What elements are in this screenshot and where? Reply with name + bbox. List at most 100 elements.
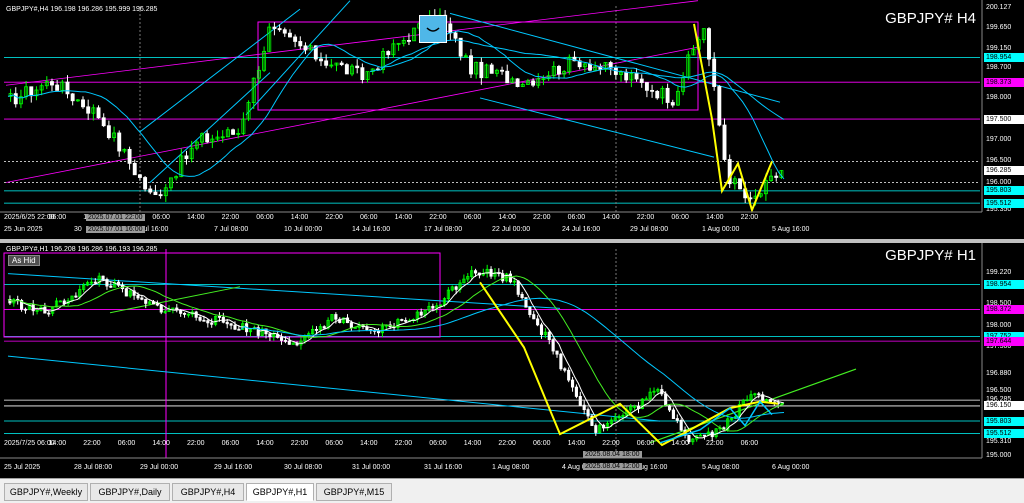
candle-body	[74, 295, 78, 298]
h1-time-label: 14:00	[152, 440, 170, 447]
h4-crosshair-date-2: 2025.07.01 16:00	[86, 226, 145, 233]
h4-time-label: 22:00	[429, 214, 447, 221]
h4-price-label: 196.000	[986, 178, 1012, 186]
candle-body	[283, 340, 287, 342]
h4-price-label: 198.700	[986, 64, 1012, 72]
hide-button[interactable]: As Hid	[8, 255, 40, 266]
h4-price-marker: 198.373	[984, 77, 1024, 87]
candle-body	[634, 73, 639, 80]
h4-price-label: 199.650	[986, 24, 1012, 32]
h4-price-label: 199.150	[986, 45, 1012, 53]
h1-time-label: 14:00	[360, 440, 378, 447]
candle-body	[400, 319, 404, 321]
candle-body	[349, 322, 353, 329]
h1-date-label: 1 Aug 08:00	[492, 464, 530, 471]
candle-body	[722, 124, 727, 160]
candle-body	[319, 58, 323, 62]
candle-body	[431, 305, 435, 309]
h1-price-label: 195.310	[986, 438, 1012, 446]
candle-body	[158, 194, 163, 197]
candle-body	[272, 26, 277, 29]
h1-time-label: 06:00	[636, 440, 655, 447]
candle-body	[117, 132, 122, 152]
candle-body	[675, 418, 679, 421]
candle-body	[202, 319, 206, 322]
h1-time-label: 14:00	[671, 440, 689, 447]
h1-moving-average	[7, 275, 785, 432]
tab-h1[interactable]: GBPJPY#,H1	[246, 483, 314, 501]
candle-body	[322, 326, 326, 329]
tab-m15[interactable]: GBPJPY#,M15	[316, 483, 392, 501]
candle-body	[13, 93, 18, 105]
candle-body	[539, 324, 544, 335]
candle-body	[582, 404, 586, 411]
h4-time-label: 14:00	[290, 214, 309, 221]
candle-body	[505, 70, 510, 84]
candle-body	[757, 393, 761, 396]
candle-body	[29, 86, 34, 97]
candle-body	[137, 174, 142, 178]
h4-trend-line	[479, 97, 715, 158]
candle-body	[109, 285, 113, 288]
candle-body	[624, 71, 629, 81]
candle-body	[702, 434, 707, 437]
h1-time-label: 06:00	[221, 440, 240, 447]
h1-crosshair-date-1: 2025.08.04 18:00	[583, 451, 642, 458]
candle-body	[670, 102, 675, 106]
h1-date-label: 30 Jul 08:00	[284, 464, 323, 471]
h4-time-label: 06:00	[360, 214, 378, 221]
tab-daily[interactable]: GBPJPY#,Daily	[90, 483, 170, 501]
h4-time-label: 22:00	[221, 214, 240, 221]
h1-time-label: 14:00	[567, 440, 586, 447]
candle-body	[298, 41, 303, 47]
h1-time-label: 22:00	[706, 440, 724, 447]
h1-date-label: 28 Jul 08:00	[74, 464, 113, 471]
candle-body	[671, 409, 675, 419]
candle-body	[404, 320, 408, 322]
candle-body	[334, 314, 338, 320]
candle-body	[406, 40, 411, 42]
h4-chart-pane[interactable]: GBPJPY#,H4 196.198 196.286 195.999 196.2…	[0, 0, 1024, 239]
candle-body	[127, 148, 132, 164]
candle-body	[360, 67, 365, 81]
smile-icon	[419, 15, 447, 43]
h1-symbol-label: GBPJPY# H1	[885, 247, 976, 264]
candle-body	[101, 275, 105, 280]
candle-body	[144, 298, 148, 304]
tab-weekly[interactable]: GBPJPY#,Weekly	[4, 483, 88, 501]
candle-body	[314, 329, 319, 331]
candle-body	[237, 328, 241, 331]
candle-body	[665, 87, 670, 103]
candle-body	[132, 162, 137, 176]
h4-price-chart[interactable]	[0, 0, 1024, 239]
h4-date-label: 30	[74, 226, 82, 233]
h1-date-label: 5 Aug 08:00	[702, 464, 740, 471]
h4-date-label: 25 Jun 2025	[4, 226, 43, 233]
candle-body	[184, 155, 189, 160]
candle-body	[324, 60, 329, 66]
h4-moving-average	[369, 39, 785, 120]
candle-body	[557, 65, 561, 75]
candle-body	[664, 393, 668, 407]
tab-h4[interactable]: GBPJPY#,H4	[172, 483, 244, 501]
h4-price-label: 197.000	[986, 136, 1012, 144]
candle-body	[516, 280, 520, 295]
candle-body	[547, 331, 551, 341]
candle-body	[23, 308, 28, 311]
candle-body	[555, 350, 559, 355]
candle-body	[567, 369, 571, 381]
h1-price-label: 196.500	[986, 386, 1012, 394]
candle-body	[639, 78, 644, 83]
h1-crosshair-date-2: 2025.08.04 12:00	[583, 463, 642, 470]
candle-body	[81, 99, 85, 108]
h1-chart-pane[interactable]: GBPJPY#,H1 196.208 196.286 196.193 196.2…	[0, 243, 1024, 478]
h4-time-label: 14:00	[394, 214, 413, 221]
h1-date-label: 29 Jul 00:00	[140, 464, 179, 471]
h4-date-label: 17 Jul 08:00	[424, 226, 463, 233]
candle-body	[217, 315, 222, 318]
h4-time-label: 06:00	[152, 214, 170, 221]
candle-body	[508, 273, 513, 283]
candle-body	[279, 337, 284, 341]
candle-body	[469, 55, 473, 75]
candle-body	[344, 64, 349, 75]
